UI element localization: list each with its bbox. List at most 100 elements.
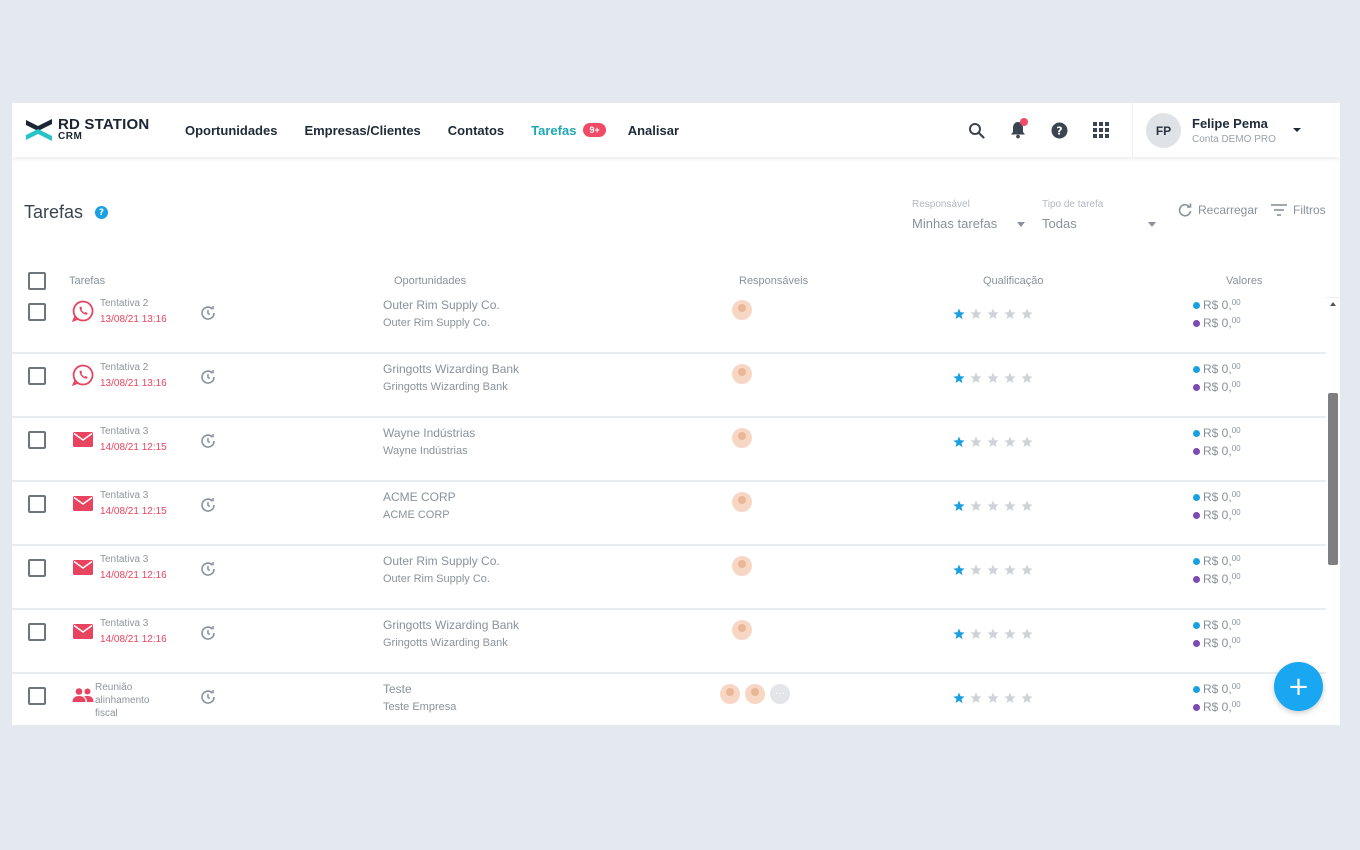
reschedule-clock-icon[interactable]: [199, 624, 217, 642]
rating-star-icon[interactable]: [1021, 625, 1038, 644]
rating-star-icon[interactable]: [987, 433, 1004, 452]
select-all-checkbox[interactable]: [28, 272, 46, 290]
opportunity-link[interactable]: Gringotts Wizarding Bank: [383, 362, 519, 376]
apps-grid-icon[interactable]: [1091, 120, 1111, 140]
task-name[interactable]: Reunião alinhamento fiscal: [95, 681, 165, 720]
qualification-rating[interactable]: [953, 625, 1038, 644]
row-checkbox[interactable]: [28, 303, 46, 321]
rating-star-icon[interactable]: [1021, 369, 1038, 388]
task-row[interactable]: Tentativa 3 14/08/21 12:16 Outer Rim Suppl…: [12, 546, 1326, 610]
reschedule-clock-icon[interactable]: [199, 560, 217, 578]
rating-star-icon[interactable]: [953, 305, 970, 324]
tipo-select[interactable]: Todas: [1042, 216, 1077, 231]
task-row[interactable]: Tentativa 3 14/08/21 12:16 Gringotts Wizar…: [12, 610, 1326, 674]
rating-star-icon[interactable]: [953, 625, 970, 644]
task-name[interactable]: Tentativa 3: [100, 490, 148, 501]
reschedule-clock-icon[interactable]: [199, 688, 217, 706]
responsible-avatar[interactable]: [732, 364, 752, 384]
opportunity-link[interactable]: Outer Rim Supply Co.: [383, 298, 500, 312]
reschedule-clock-icon[interactable]: [199, 432, 217, 450]
rating-star-icon[interactable]: [953, 369, 970, 388]
rating-star-icon[interactable]: [1021, 497, 1038, 516]
rating-star-icon[interactable]: [953, 433, 970, 452]
rating-star-icon[interactable]: [970, 433, 987, 452]
user-name[interactable]: Felipe Pema: [1192, 116, 1268, 131]
task-name[interactable]: Tentativa 3: [100, 618, 148, 629]
rating-star-icon[interactable]: [1004, 305, 1021, 324]
filters-button[interactable]: Filtros: [1271, 203, 1326, 217]
opportunity-link[interactable]: Gringotts Wizarding Bank: [383, 618, 519, 632]
opportunity-link[interactable]: Wayne Indústrias: [383, 426, 475, 440]
task-name[interactable]: Tentativa 3: [100, 426, 148, 437]
rd-station-logo[interactable]: RD STATION CRM: [24, 116, 154, 146]
nav-oportunidades[interactable]: Oportunidades: [185, 123, 277, 138]
rating-star-icon[interactable]: [1021, 561, 1038, 580]
nav-analisar[interactable]: Analisar: [628, 123, 679, 138]
qualification-rating[interactable]: [953, 433, 1038, 452]
user-avatar[interactable]: FP: [1146, 113, 1181, 148]
responsible-avatar[interactable]: [745, 684, 765, 704]
rating-star-icon[interactable]: [970, 561, 987, 580]
row-checkbox[interactable]: [28, 559, 46, 577]
rating-star-icon[interactable]: [987, 497, 1004, 516]
search-icon[interactable]: [966, 120, 986, 140]
task-row[interactable]: Tentativa 2 13/08/21 13:16 Gringotts Wizar…: [12, 354, 1326, 418]
task-row[interactable]: Tentativa 3 14/08/21 12:15 ACME CORP ACME C…: [12, 482, 1326, 546]
rating-star-icon[interactable]: [970, 625, 987, 644]
qualification-rating[interactable]: [953, 689, 1038, 708]
rating-star-icon[interactable]: [953, 689, 970, 708]
rating-star-icon[interactable]: [1004, 497, 1021, 516]
row-checkbox[interactable]: [28, 495, 46, 513]
task-row[interactable]: Tentativa 2 13/08/21 13:16 Outer Rim Suppl…: [12, 290, 1326, 354]
rating-star-icon[interactable]: [970, 497, 987, 516]
qualification-rating[interactable]: [953, 369, 1038, 388]
task-row[interactable]: Reunião alinhamento fiscal Teste Teste Emp…: [12, 674, 1326, 725]
rating-star-icon[interactable]: [1004, 433, 1021, 452]
rating-star-icon[interactable]: [953, 497, 970, 516]
qualification-rating[interactable]: [953, 305, 1038, 324]
row-checkbox[interactable]: [28, 367, 46, 385]
responsible-avatar[interactable]: [732, 620, 752, 640]
reload-button[interactable]: Recarregar: [1178, 203, 1258, 217]
nav-contatos[interactable]: Contatos: [448, 123, 504, 138]
responsible-avatar[interactable]: [732, 300, 752, 320]
task-name[interactable]: Tentativa 2: [100, 362, 148, 373]
caret-down-icon[interactable]: [1292, 125, 1302, 135]
scrollbar-thumb[interactable]: [1328, 393, 1338, 565]
rating-star-icon[interactable]: [1021, 305, 1038, 324]
rating-star-icon[interactable]: [987, 561, 1004, 580]
qualification-rating[interactable]: [953, 561, 1038, 580]
rating-star-icon[interactable]: [987, 369, 1004, 388]
responsible-avatar[interactable]: [720, 684, 740, 704]
opportunity-link[interactable]: Teste: [383, 682, 412, 696]
more-responsibles[interactable]: ···: [770, 684, 790, 704]
task-row[interactable]: Tentativa 3 14/08/21 12:15 Wayne Indústria…: [12, 418, 1326, 482]
scroll-up-arrow-icon[interactable]: [1328, 300, 1338, 308]
opportunity-link[interactable]: ACME CORP: [383, 490, 456, 504]
help-circle-icon[interactable]: ?: [95, 206, 108, 219]
opportunity-link[interactable]: Outer Rim Supply Co.: [383, 554, 500, 568]
rating-star-icon[interactable]: [970, 305, 987, 324]
rating-star-icon[interactable]: [1004, 625, 1021, 644]
rating-star-icon[interactable]: [970, 689, 987, 708]
reschedule-clock-icon[interactable]: [199, 368, 217, 386]
help-icon[interactable]: ?: [1049, 120, 1069, 140]
rating-star-icon[interactable]: [1004, 689, 1021, 708]
rating-star-icon[interactable]: [1004, 561, 1021, 580]
caret-down-icon[interactable]: [1148, 222, 1156, 227]
rating-star-icon[interactable]: [1021, 433, 1038, 452]
rating-star-icon[interactable]: [987, 625, 1004, 644]
reschedule-clock-icon[interactable]: [199, 496, 217, 514]
nav-empresas-clientes[interactable]: Empresas/Clientes: [304, 123, 420, 138]
caret-down-icon[interactable]: [1017, 222, 1025, 227]
nav-tarefas[interactable]: Tarefas 9+: [531, 123, 606, 138]
responsible-avatar[interactable]: [732, 428, 752, 448]
row-checkbox[interactable]: [28, 431, 46, 449]
task-name[interactable]: Tentativa 3: [100, 554, 148, 565]
rating-star-icon[interactable]: [1004, 369, 1021, 388]
rating-star-icon[interactable]: [970, 369, 987, 388]
bell-icon[interactable]: [1008, 118, 1028, 140]
add-task-button[interactable]: +: [1274, 662, 1323, 711]
responsavel-select[interactable]: Minhas tarefas: [912, 216, 997, 231]
responsible-avatar[interactable]: [732, 556, 752, 576]
